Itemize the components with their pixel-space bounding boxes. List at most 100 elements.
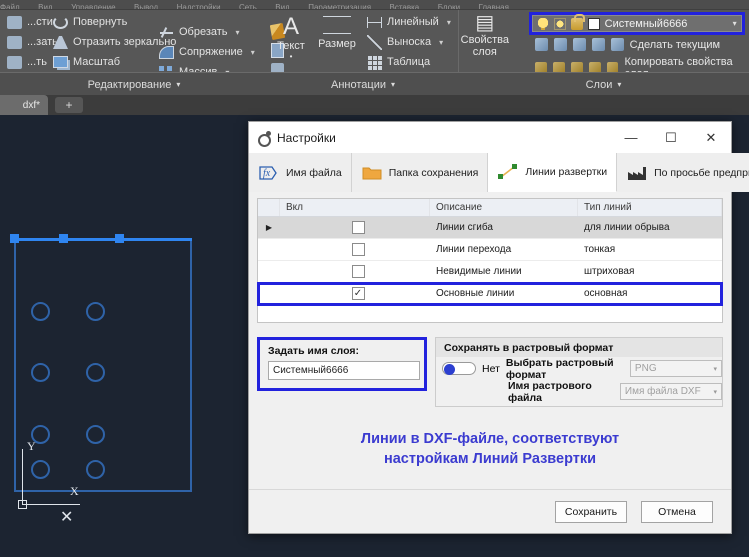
sun-icon[interactable] xyxy=(554,18,566,30)
save-button[interactable]: Сохранить xyxy=(555,501,627,523)
tab-save-folder[interactable]: Папка сохранения xyxy=(352,153,489,192)
linetypes-grid[interactable]: Вкл Описание Тип линий ▶ Линии сгиба для… xyxy=(257,198,723,323)
selection-grip[interactable] xyxy=(115,234,124,243)
tab-enterprise-request[interactable]: По просьбе предприятий xyxy=(617,153,749,192)
annotations-col: Линейный ▾ Выноска ▾ Таблица xyxy=(360,10,454,72)
cmd-rotate[interactable]: Повернуть xyxy=(50,14,164,32)
chevron-down-icon[interactable]: ▾ xyxy=(439,36,443,49)
dialog-tab-bar[interactable]: fx Имя файла Папка сохранения Линии xyxy=(249,153,731,192)
selection-grip[interactable] xyxy=(59,234,68,243)
cmd-partial-1[interactable]: ...сти xyxy=(4,14,42,32)
grid-header-row: Вкл Описание Тип линий xyxy=(258,199,722,217)
layer-name-input[interactable]: Системный6666 xyxy=(268,361,420,380)
selected-edge-top[interactable] xyxy=(14,238,192,241)
bulb-icon[interactable] xyxy=(537,18,549,30)
maximize-button[interactable]: ☐ xyxy=(651,122,691,153)
cmd-fillet[interactable]: Сопряжение ▾ xyxy=(156,43,258,61)
row-checkbox-cell[interactable] xyxy=(280,261,430,282)
cmd-table[interactable]: Таблица xyxy=(364,53,450,71)
table-row[interactable]: ✓ Основные линии основная xyxy=(258,283,722,305)
checkbox[interactable] xyxy=(352,265,365,278)
raster-filename-select[interactable]: Имя файла DXF ▾ xyxy=(620,383,722,400)
ribbon-tab[interactable]: Вид xyxy=(275,3,289,10)
document-tab[interactable]: dxf* xyxy=(0,95,48,115)
checkbox[interactable] xyxy=(352,221,365,234)
shape-circle[interactable] xyxy=(86,363,105,382)
chevron-down-icon[interactable]: ▾ xyxy=(617,80,621,89)
ribbon-tab[interactable]: Вид xyxy=(38,3,52,10)
cancel-button[interactable]: Отмена xyxy=(641,501,713,523)
ribbon-tab[interactable]: Надстройки xyxy=(177,3,221,10)
panel-title-label: Аннотации xyxy=(331,79,386,91)
checkbox-checked[interactable]: ✓ xyxy=(352,287,365,300)
tab-unfold-lines[interactable]: Линии развертки xyxy=(488,153,617,192)
cmd-leader[interactable]: Выноска ▾ xyxy=(364,33,450,51)
lock-icon[interactable] xyxy=(571,18,583,30)
grid-header-description[interactable]: Описание xyxy=(430,199,578,216)
grid-header-linetype[interactable]: Тип линий xyxy=(578,199,722,216)
close-button[interactable]: ✕ xyxy=(691,122,731,153)
row-description: Линии перехода xyxy=(430,239,578,260)
ribbon: Файл Вид Управление Вывод Надстройки Сет… xyxy=(0,0,749,95)
cmd-make-current[interactable]: Сделать текущим xyxy=(535,38,720,51)
crosshair-cursor: ✕ xyxy=(60,507,73,527)
panel-title-layers[interactable]: Слои ▾ xyxy=(458,73,749,96)
ribbon-tab[interactable]: Вставка xyxy=(390,3,420,10)
cmd-layer-properties[interactable]: ▤ Свойства слоя xyxy=(459,10,511,58)
panel-title-annotations[interactable]: Аннотации ▾ xyxy=(268,73,458,96)
table-row[interactable]: Линии перехода тонкая xyxy=(258,239,722,261)
cmd-trim[interactable]: Обрезать ▾ xyxy=(156,24,258,42)
ribbon-tab-strip[interactable]: Файл Вид Управление Вывод Надстройки Сет… xyxy=(0,0,749,10)
chevron-down-icon[interactable]: ▾ xyxy=(447,16,451,29)
ribbon-tab[interactable]: Блоки xyxy=(438,3,460,10)
tab-file-name[interactable]: fx Имя файла xyxy=(249,153,352,192)
ribbon-tab[interactable]: Главная xyxy=(479,3,509,10)
layer-name-dropdown[interactable]: Системный6666 ▾ xyxy=(532,15,742,32)
checkbox[interactable] xyxy=(352,243,365,256)
chevron-down-icon[interactable]: ▾ xyxy=(713,388,717,396)
shape-circle[interactable] xyxy=(86,425,105,444)
raster-filename-row: Имя растрового файла Имя файла DXF ▾ xyxy=(436,380,722,403)
cmd-partial-2[interactable]: ...зать xyxy=(4,33,42,51)
chevron-down-icon[interactable]: ▾ xyxy=(713,365,717,373)
cmd-partial-3[interactable]: ...ть xyxy=(4,53,42,71)
shape-circle[interactable] xyxy=(86,302,105,321)
panel-title-editing[interactable]: Редактирование ▾ xyxy=(0,73,268,96)
color-swatch-icon[interactable] xyxy=(588,18,600,30)
dialog-title-bar[interactable]: Настройки — ☐ ✕ xyxy=(249,122,731,153)
row-checkbox-cell[interactable] xyxy=(280,217,430,238)
table-row[interactable]: ▶ Линии сгиба для линии обрыва xyxy=(258,217,722,239)
row-checkbox-cell[interactable] xyxy=(280,239,430,260)
new-tab-button[interactable]: + xyxy=(55,97,83,113)
grid-header-enabled[interactable]: Вкл xyxy=(280,199,430,216)
shape-circle[interactable] xyxy=(86,460,105,479)
chevron-down-icon[interactable]: ▾ xyxy=(733,19,737,28)
chevron-down-icon[interactable]: • xyxy=(290,52,293,61)
ribbon-tab[interactable]: Вывод xyxy=(134,3,158,10)
chevron-down-icon[interactable]: ▾ xyxy=(236,26,240,39)
row-checkbox-cell[interactable]: ✓ xyxy=(280,283,430,304)
shape-circle[interactable] xyxy=(31,363,50,382)
minimize-button[interactable]: — xyxy=(611,122,651,153)
raster-format-select[interactable]: PNG ▾ xyxy=(630,360,722,377)
ribbon-tab[interactable]: Сеть xyxy=(239,3,257,10)
ribbon-tab[interactable]: Параметризация xyxy=(308,3,371,10)
cmd-dimension[interactable]: Размер xyxy=(314,10,360,50)
cmd-mirror[interactable]: Отразить зеркально xyxy=(50,33,164,51)
shape-circle[interactable] xyxy=(31,302,50,321)
raster-format-row: Нет Выбрать растровый формат PNG ▾ xyxy=(436,357,722,380)
selection-grip[interactable] xyxy=(10,234,19,243)
chevron-down-icon[interactable]: ▾ xyxy=(391,80,395,89)
cmd-text[interactable]: A Текст • xyxy=(268,10,314,61)
settings-dialog: Настройки — ☐ ✕ fx Имя файла Папка сохра… xyxy=(248,121,732,534)
cmd-label: Размер xyxy=(318,38,356,50)
chevron-down-icon[interactable]: ▾ xyxy=(251,46,255,59)
ribbon-tab[interactable]: Файл xyxy=(0,3,20,10)
cmd-linear-dim[interactable]: Линейный ▾ xyxy=(364,14,450,32)
chevron-down-icon[interactable]: ▾ xyxy=(176,80,180,89)
highlight-annotation-layername: Задать имя слоя: Системный6666 xyxy=(257,337,427,391)
table-row[interactable]: Невидимые линии штриховая xyxy=(258,261,722,283)
ribbon-tab[interactable]: Управление xyxy=(71,3,115,10)
raster-enable-toggle[interactable] xyxy=(442,362,476,375)
cmd-scale[interactable]: Масштаб xyxy=(50,53,164,71)
